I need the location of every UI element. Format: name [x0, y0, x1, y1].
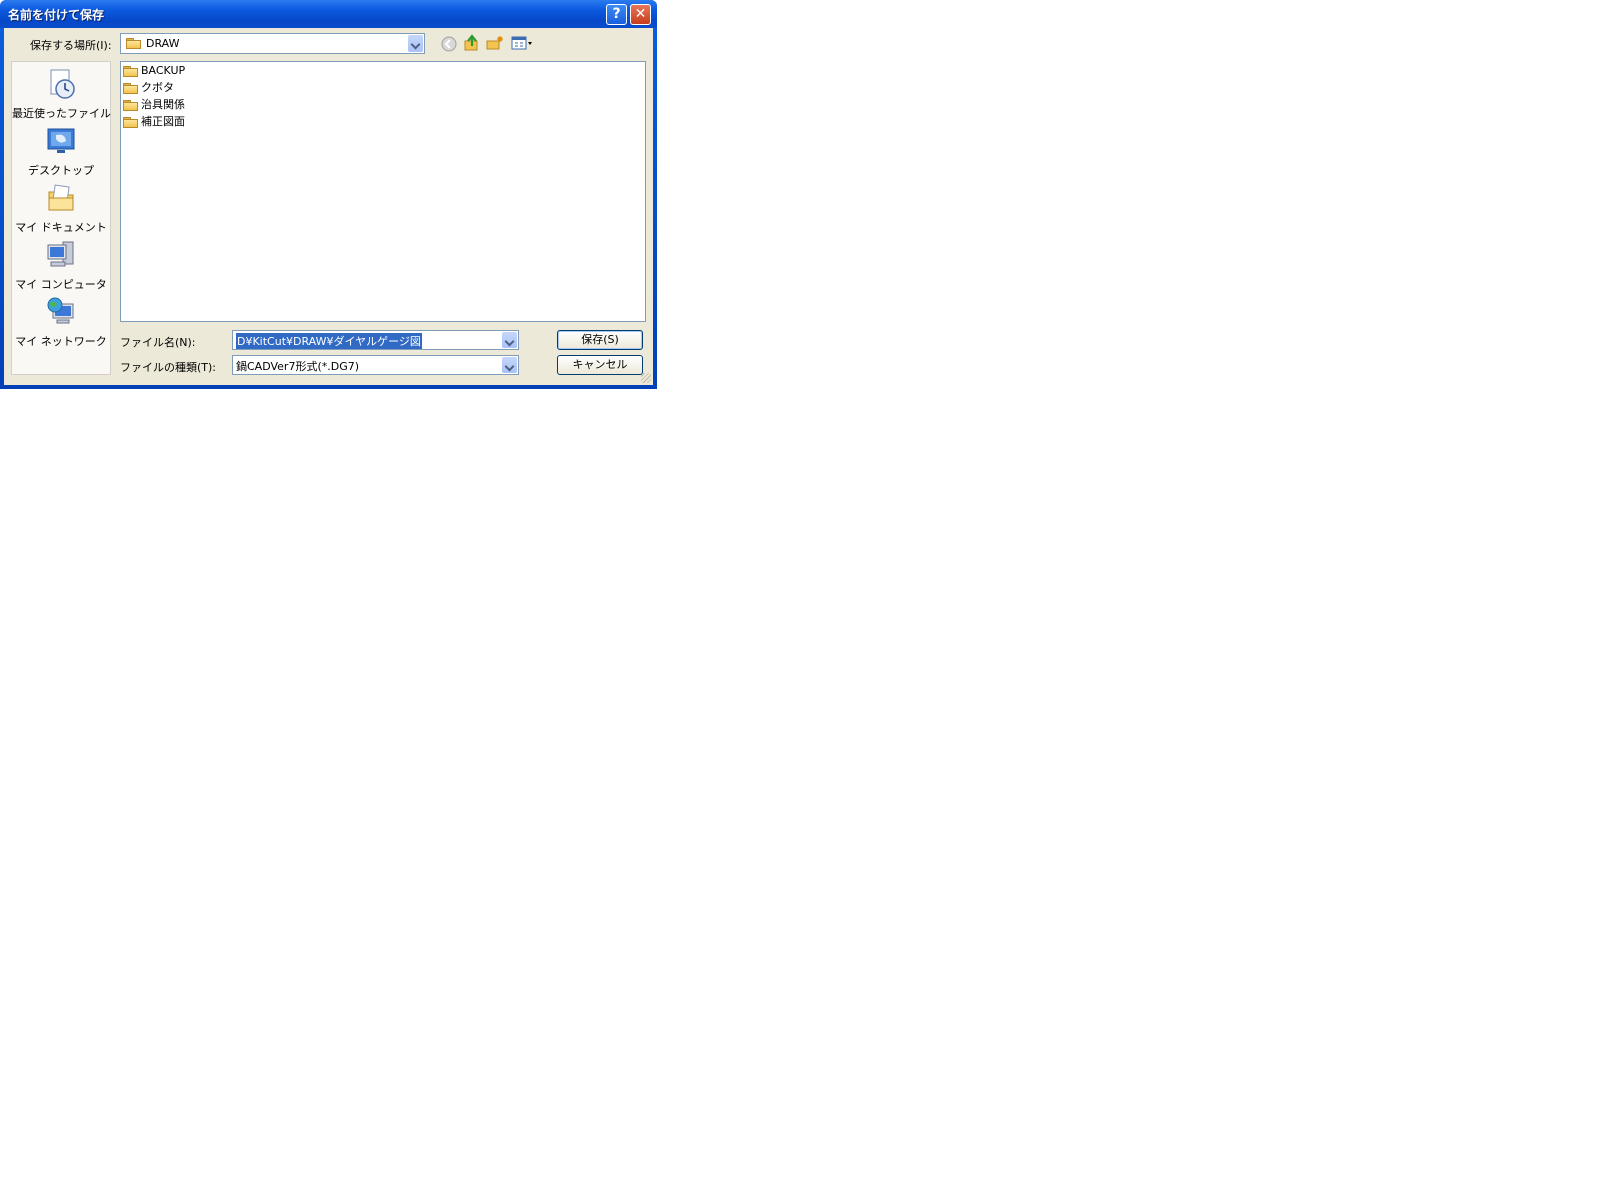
my-documents-icon: [48, 184, 74, 211]
place-my-computer[interactable]: マイ コンピュータ: [12, 239, 110, 292]
filetype-label: ファイルの種類(T):: [120, 361, 217, 374]
file-name: BACKUP: [141, 64, 186, 77]
view-menu-icon[interactable]: [511, 34, 535, 52]
my-computer-icon: [47, 241, 74, 267]
chevron-down-icon[interactable]: [502, 332, 517, 348]
save-as-dialog: 名前を付けて保存 ? ✕ 保存する場所(I): DRAW 最近使ったファイル デ…: [0, 0, 657, 389]
list-item[interactable]: 補正図面: [123, 114, 185, 130]
folder-icon: [123, 82, 138, 94]
place-my-documents[interactable]: マイ ドキュメント: [12, 182, 110, 235]
place-label: マイ コンピュータ: [15, 278, 107, 291]
save-button[interactable]: 保存(S): [557, 330, 643, 350]
chevron-down-icon[interactable]: [502, 357, 517, 373]
cancel-button[interactable]: キャンセル: [557, 355, 643, 375]
save-location-label: 保存する場所(I):: [30, 39, 112, 52]
file-name: 治具関係: [141, 98, 185, 111]
save-location-value: DRAW: [146, 37, 180, 50]
place-label: マイ ネットワーク: [15, 335, 107, 348]
dialog-body: 保存する場所(I): DRAW 最近使ったファイル デスクトップ マイ ドキュメ…: [4, 28, 653, 385]
list-item[interactable]: BACKUP: [123, 63, 185, 79]
desktop-icon: [47, 128, 75, 153]
save-location-dropdown[interactable]: DRAW: [120, 33, 425, 54]
place-label: 最近使ったファイル: [12, 107, 111, 120]
place-label: デスクトップ: [28, 164, 94, 177]
chevron-down-icon[interactable]: [408, 35, 423, 52]
filetype-dropdown[interactable]: 鍋CADVer7形式(*.DG7): [232, 355, 519, 375]
new-folder-icon[interactable]: [486, 34, 504, 52]
place-recent[interactable]: 最近使ったファイル: [12, 68, 111, 121]
up-folder-icon[interactable]: [463, 34, 481, 52]
place-my-network[interactable]: マイ ネットワーク: [12, 296, 110, 349]
filetype-value: 鍋CADVer7形式(*.DG7): [236, 360, 360, 373]
list-item[interactable]: 治具関係: [123, 97, 185, 113]
filename-value: D¥KitCut¥DRAW¥ダイヤルゲージ図: [236, 333, 422, 349]
folder-icon: [123, 116, 138, 128]
my-network-icon: [47, 297, 74, 324]
places-bar: 最近使ったファイル デスクトップ マイ ドキュメント マイ コンピュータ マイ …: [11, 61, 111, 375]
list-item[interactable]: クボタ: [123, 80, 174, 96]
title-bar[interactable]: 名前を付けて保存 ? ✕: [0, 0, 657, 28]
back-icon[interactable]: [440, 35, 458, 53]
place-label: マイ ドキュメント: [15, 221, 107, 234]
filename-label: ファイル名(N):: [120, 336, 196, 349]
folder-icon: [126, 38, 141, 49]
file-list[interactable]: BACKUP クボタ 治具関係 補正図面: [120, 61, 646, 322]
help-button[interactable]: ?: [606, 4, 627, 25]
file-name: クボタ: [141, 81, 174, 94]
folder-icon: [123, 65, 138, 77]
dialog-title: 名前を付けて保存: [8, 8, 105, 22]
file-name: 補正図面: [141, 115, 185, 128]
place-desktop[interactable]: デスクトップ: [12, 125, 110, 178]
close-button[interactable]: ✕: [630, 4, 651, 25]
folder-icon: [123, 99, 138, 111]
resize-grip[interactable]: [641, 373, 651, 383]
filename-field[interactable]: D¥KitCut¥DRAW¥ダイヤルゲージ図: [232, 330, 519, 350]
recent-documents-icon: [50, 69, 75, 99]
